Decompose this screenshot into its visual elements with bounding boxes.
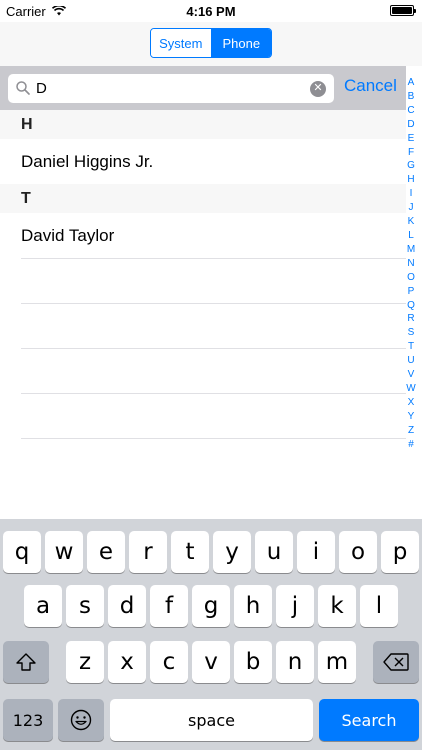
section-header-t: T	[0, 184, 406, 213]
index-letter[interactable]: R	[407, 312, 414, 326]
key-q[interactable]: q	[3, 531, 41, 573]
key-g[interactable]: g	[192, 585, 230, 627]
key-v[interactable]: v	[192, 641, 230, 683]
contact-list: H Daniel Higgins Jr. T David Taylor	[0, 110, 406, 439]
key-p[interactable]: p	[381, 531, 419, 573]
index-letter[interactable]: Q	[407, 299, 415, 313]
navigation-bar: System Phone	[0, 22, 422, 66]
space-key[interactable]: space	[110, 699, 313, 741]
key-z[interactable]: z	[66, 641, 104, 683]
key-l[interactable]: l	[360, 585, 398, 627]
keyboard: q w e r t y u i o p a s d f g h j k l z …	[0, 519, 422, 750]
shift-key[interactable]	[3, 641, 49, 683]
index-letter[interactable]: P	[408, 285, 415, 299]
key-d[interactable]: d	[108, 585, 146, 627]
source-segmented-control: System Phone	[150, 28, 272, 58]
index-letter[interactable]: F	[408, 146, 414, 160]
index-letter[interactable]: B	[408, 90, 415, 104]
search-value[interactable]: D	[36, 80, 310, 97]
index-letter[interactable]: G	[407, 159, 415, 173]
index-letter[interactable]: H	[407, 173, 414, 187]
key-e[interactable]: e	[87, 531, 125, 573]
key-x[interactable]: x	[108, 641, 146, 683]
index-letter[interactable]: O	[407, 271, 415, 285]
key-y[interactable]: y	[213, 531, 251, 573]
index-letter[interactable]: N	[407, 257, 414, 271]
index-letter[interactable]: U	[407, 354, 414, 368]
index-letter[interactable]: J	[409, 201, 414, 215]
status-time: 4:16 PM	[186, 4, 236, 19]
key-a[interactable]: a	[24, 585, 62, 627]
key-j[interactable]: j	[276, 585, 314, 627]
battery-icon	[390, 5, 416, 16]
key-n[interactable]: n	[276, 641, 314, 683]
key-k[interactable]: k	[318, 585, 356, 627]
section-index[interactable]: A B C D E F G H I J K L M N O P Q R S T …	[404, 76, 418, 451]
emoji-icon	[70, 709, 92, 731]
key-h[interactable]: h	[234, 585, 272, 627]
index-letter[interactable]: C	[407, 104, 414, 118]
contact-row[interactable]: David Taylor	[0, 213, 406, 258]
status-bar: Carrier 4:16 PM	[0, 0, 422, 22]
index-letter[interactable]: V	[408, 368, 415, 382]
key-o[interactable]: o	[339, 531, 377, 573]
index-letter[interactable]: A	[408, 76, 415, 90]
index-letter[interactable]: #	[408, 438, 414, 452]
index-letter[interactable]: L	[408, 229, 414, 243]
search-icon	[8, 74, 36, 103]
index-letter[interactable]: T	[408, 340, 414, 354]
backspace-icon	[383, 653, 409, 671]
key-m[interactable]: m	[318, 641, 356, 683]
segment-system[interactable]: System	[151, 29, 211, 57]
index-letter[interactable]: X	[408, 396, 415, 410]
shift-icon	[16, 653, 36, 671]
index-letter[interactable]: I	[410, 187, 413, 201]
numbers-key[interactable]: 123	[3, 699, 53, 741]
key-b[interactable]: b	[234, 641, 272, 683]
index-letter[interactable]: M	[407, 243, 415, 257]
empty-row	[21, 348, 406, 393]
search-bar: D ✕ Cancel	[0, 66, 406, 110]
emoji-key[interactable]	[58, 699, 104, 741]
key-c[interactable]: c	[150, 641, 188, 683]
index-letter[interactable]: S	[408, 326, 415, 340]
search-input[interactable]: D ✕	[8, 74, 334, 103]
contact-row[interactable]: Daniel Higgins Jr.	[0, 139, 406, 184]
search-key[interactable]: Search	[319, 699, 419, 741]
key-u[interactable]: u	[255, 531, 293, 573]
index-letter[interactable]: D	[407, 118, 414, 132]
empty-row	[21, 258, 406, 303]
section-header-h: H	[0, 110, 406, 139]
index-letter[interactable]: E	[408, 132, 415, 146]
key-w[interactable]: w	[45, 531, 83, 573]
index-letter[interactable]: Z	[408, 424, 414, 438]
index-letter[interactable]: W	[406, 382, 415, 396]
key-i[interactable]: i	[297, 531, 335, 573]
cancel-button[interactable]: Cancel	[344, 76, 397, 96]
key-s[interactable]: s	[66, 585, 104, 627]
delete-key[interactable]	[373, 641, 419, 683]
index-letter[interactable]: Y	[408, 410, 415, 424]
segment-phone[interactable]: Phone	[210, 29, 271, 57]
empty-row	[21, 438, 406, 439]
clear-icon[interactable]: ✕	[310, 80, 326, 97]
index-letter[interactable]: K	[408, 215, 415, 229]
key-f[interactable]: f	[150, 585, 188, 627]
empty-row	[21, 393, 406, 438]
empty-row	[21, 303, 406, 348]
key-r[interactable]: r	[129, 531, 167, 573]
key-t[interactable]: t	[171, 531, 209, 573]
